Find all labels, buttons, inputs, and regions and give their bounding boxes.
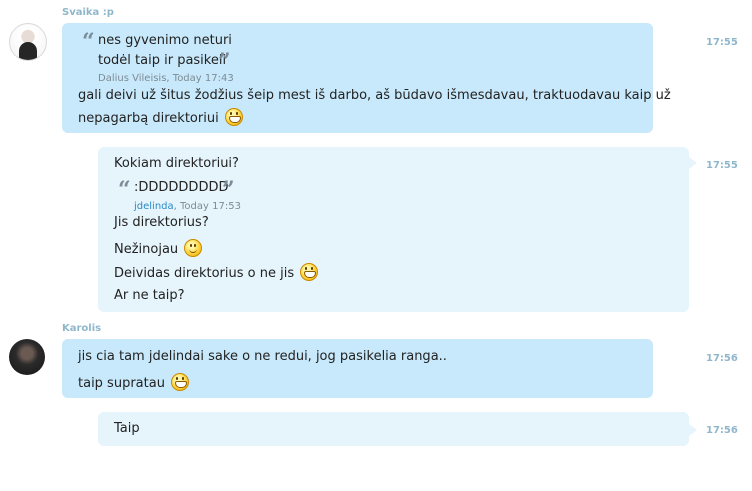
- message-bubble[interactable]: “ nes gyvenimo neturi todėl taip ir pasi…: [62, 23, 671, 133]
- grin-icon: [300, 263, 319, 281]
- close-quote-icon: ”: [222, 177, 235, 203]
- message-time: 17:56: [706, 353, 738, 364]
- message-text: Nežinojau: [114, 239, 203, 258]
- message-time: 17:55: [706, 160, 738, 171]
- quote-author-link[interactable]: jdelinda: [134, 201, 174, 212]
- message-text: taip supratau: [78, 373, 190, 392]
- message-text: Deividas direktorius o ne jis: [114, 263, 319, 282]
- message-text: Ar ne taip?: [114, 288, 185, 303]
- quote-meta: jdelinda, Today 17:53: [134, 201, 241, 212]
- avatar[interactable]: [9, 23, 47, 61]
- message-text: nepagarbą direktoriui: [78, 108, 243, 127]
- quote-meta: Dalius Vileisis, Today 17:43: [98, 73, 234, 84]
- message-bubble[interactable]: Taip: [98, 412, 697, 446]
- open-quote-icon: “: [82, 29, 95, 55]
- close-quote-icon: ”: [218, 49, 231, 75]
- message-bubble[interactable]: Kokiam direktoriui? “ :DDDDDDDDD ” jdeli…: [98, 147, 697, 312]
- message-bubble[interactable]: jis cia tam jdelindai sake o ne redui, j…: [62, 339, 653, 398]
- grin-icon: [171, 373, 190, 391]
- quote-text: nes gyvenimo neturi: [98, 33, 232, 48]
- quote-text: todėl taip ir pasikeli: [98, 53, 227, 68]
- message-text: Taip: [114, 421, 140, 436]
- message-text: gali deivi už šitus žodžius šeip mest iš…: [78, 88, 671, 103]
- avatar[interactable]: [9, 339, 45, 375]
- message-time: 17:55: [706, 37, 738, 48]
- grin-icon: [224, 108, 243, 126]
- message-text: Jis direktorius?: [114, 215, 209, 230]
- message-time: 17:56: [706, 425, 738, 436]
- quote-text: :DDDDDDDDD: [134, 180, 229, 195]
- message-text: jis cia tam jdelindai sake o ne redui, j…: [78, 349, 447, 364]
- sender-name: Karolis: [62, 323, 102, 334]
- sender-name: Svaika :p: [62, 7, 114, 18]
- message-text: Kokiam direktoriui?: [114, 156, 239, 171]
- smile-icon: [184, 239, 203, 257]
- open-quote-icon: “: [118, 177, 131, 203]
